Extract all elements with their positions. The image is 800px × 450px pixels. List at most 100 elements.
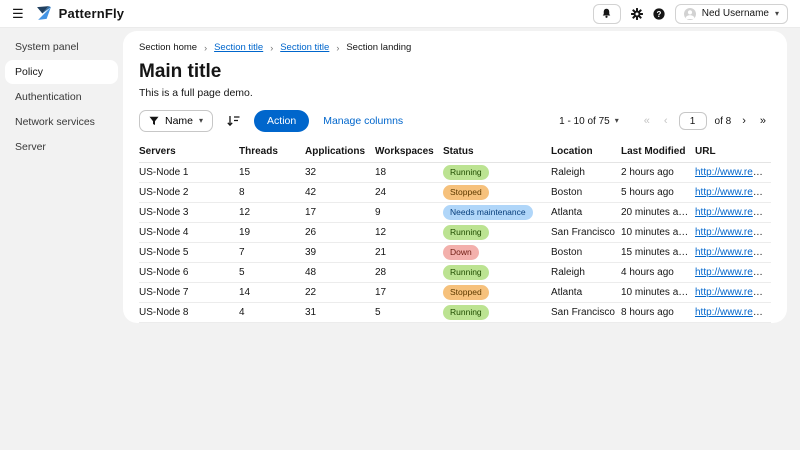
notifications-button[interactable] [593, 4, 621, 24]
breadcrumb-separator-icon: › [204, 43, 207, 53]
url-link[interactable]: http://www.redhat.com [695, 227, 771, 238]
breadcrumb: Section home›Section title›Section title… [139, 42, 771, 53]
location-cell: Boston [551, 183, 621, 203]
status-badge: Down [443, 245, 479, 259]
status-badge: Stopped [443, 185, 489, 199]
table-row: US-Node 312179Needs maintenanceAtlanta20… [139, 203, 771, 223]
column-header-last-modified: Last Modified [621, 141, 695, 163]
breadcrumb-item[interactable]: Section title [280, 42, 329, 53]
table-body: US-Node 1153218RunningRaleigh2 hours ago… [139, 163, 771, 324]
table-row: US-Node 84315RunningSan Francisco8 hours… [139, 303, 771, 323]
filter-dropdown-button[interactable]: Name ▾ [139, 110, 213, 132]
table-header-row: ServersThreadsApplicationsWorkspacesStat… [139, 141, 771, 163]
location-cell: Raleigh [551, 323, 621, 324]
sidebar-item-system-panel[interactable]: System panel [5, 35, 118, 59]
current-page-input[interactable] [679, 112, 707, 130]
bell-icon [601, 8, 612, 19]
settings-button[interactable] [631, 8, 643, 20]
sidebar-item-server[interactable]: Server [5, 135, 118, 159]
breadcrumb-item: Section home [139, 42, 197, 53]
filter-label: Name [165, 115, 193, 127]
column-header-servers: Servers [139, 141, 239, 163]
workspaces-cell: 24 [375, 183, 443, 203]
first-page-button[interactable]: « [639, 113, 655, 129]
server-cell: US-Node 7 [139, 283, 239, 303]
workspaces-cell: 9 [375, 203, 443, 223]
pagination-range-dropdown[interactable]: 1 - 10 of 75 ▾ [559, 116, 619, 127]
masthead: ☰ PatternFly [0, 0, 800, 28]
breadcrumb-item[interactable]: Section title [214, 42, 263, 53]
url-link[interactable]: http://www.redhat.com [695, 307, 771, 318]
location-cell: Boston [551, 243, 621, 263]
last-page-button[interactable]: » [755, 113, 771, 129]
sidebar-item-authentication[interactable]: Authentication [5, 85, 118, 109]
url-link[interactable]: http://www.redhat.com [695, 247, 771, 258]
total-pages-label: of 8 [715, 116, 732, 127]
url-link[interactable]: http://www.redhat.com [695, 207, 771, 218]
servers-table: ServersThreadsApplicationsWorkspacesStat… [139, 141, 771, 323]
table-row: US-Node 1153218RunningRaleigh2 hours ago… [139, 163, 771, 183]
location-cell: Atlanta [551, 283, 621, 303]
status-badge: Running [443, 265, 489, 279]
angle-left-icon: ‹ [664, 115, 668, 127]
hamburger-menu-icon[interactable]: ☰ [12, 7, 24, 20]
table-row: US-Node 9104514Needs maintenanceRaleigh1… [139, 323, 771, 324]
pagination-top: 1 - 10 of 75 ▾ « ‹ of 8 › » [559, 112, 771, 130]
user-menu-button[interactable]: Ned Username ▾ [675, 4, 788, 24]
applications-cell: 22 [305, 283, 375, 303]
url-cell: http://www.redhat.com [695, 323, 771, 324]
last-modified-cell: 2 hours ago [621, 163, 695, 183]
column-header-applications: Applications [305, 141, 375, 163]
toolbar: Name ▾ Action Manage columns [139, 109, 771, 133]
masthead-utilities: ? Ned Username ▾ [593, 4, 788, 24]
status-cell: Running [443, 223, 551, 243]
threads-cell: 8 [239, 183, 305, 203]
previous-page-button[interactable]: ‹ [659, 113, 673, 129]
server-cell: US-Node 8 [139, 303, 239, 323]
last-modified-cell: 10 minutes ago [621, 223, 695, 243]
table-row: US-Node 4192612RunningSan Francisco10 mi… [139, 223, 771, 243]
url-link[interactable]: http://www.redhat.com [695, 267, 771, 278]
main-content: Section home › Section title › Section title… [123, 28, 800, 450]
last-modified-cell: 15 minutes ago [621, 243, 695, 263]
last-modified-cell: 20 minutes ago [621, 203, 695, 223]
action-button[interactable]: Action [254, 110, 309, 132]
location-cell: San Francisco [551, 303, 621, 323]
status-cell: Needs maintenance [443, 323, 551, 324]
location-cell: Raleigh [551, 163, 621, 183]
threads-cell: 4 [239, 303, 305, 323]
table-row: US-Node 654828RunningRaleigh4 hours agoh… [139, 263, 771, 283]
status-cell: Running [443, 303, 551, 323]
server-cell: US-Node 2 [139, 183, 239, 203]
manage-columns-button[interactable]: Manage columns [323, 115, 403, 127]
url-link[interactable]: http://www.redhat.com [695, 287, 771, 298]
threads-cell: 5 [239, 263, 305, 283]
angle-double-left-icon: « [644, 115, 650, 127]
workspaces-cell: 21 [375, 243, 443, 263]
page-title: Main title [139, 61, 771, 83]
gear-icon [631, 8, 643, 20]
status-cell: Needs maintenance [443, 203, 551, 223]
url-link[interactable]: http://www.redhat.com [695, 187, 771, 198]
content-card: Section home › Section title › Section title… [123, 31, 787, 323]
last-modified-cell: 8 hours ago [621, 303, 695, 323]
status-badge: Running [443, 165, 489, 179]
workspaces-cell: 18 [375, 163, 443, 183]
pagination-range-label: 1 - 10 of 75 [559, 116, 610, 127]
column-header-threads: Threads [239, 141, 305, 163]
status-cell: Running [443, 163, 551, 183]
help-button[interactable]: ? [653, 8, 665, 20]
status-badge: Running [443, 305, 489, 319]
last-modified-cell: 10 minutes ago [621, 283, 695, 303]
threads-cell: 15 [239, 163, 305, 183]
next-page-button[interactable]: › [737, 113, 751, 129]
applications-cell: 39 [305, 243, 375, 263]
server-cell: US-Node 5 [139, 243, 239, 263]
status-badge: Running [443, 225, 489, 239]
sort-button[interactable] [227, 115, 240, 127]
sidebar-item-network-services[interactable]: Network services [5, 110, 118, 134]
url-link[interactable]: http://www.redhat.com [695, 167, 771, 178]
sidebar-item-policy[interactable]: Policy [5, 60, 118, 84]
server-cell: US-Node 4 [139, 223, 239, 243]
url-cell: http://www.redhat.com [695, 203, 771, 223]
